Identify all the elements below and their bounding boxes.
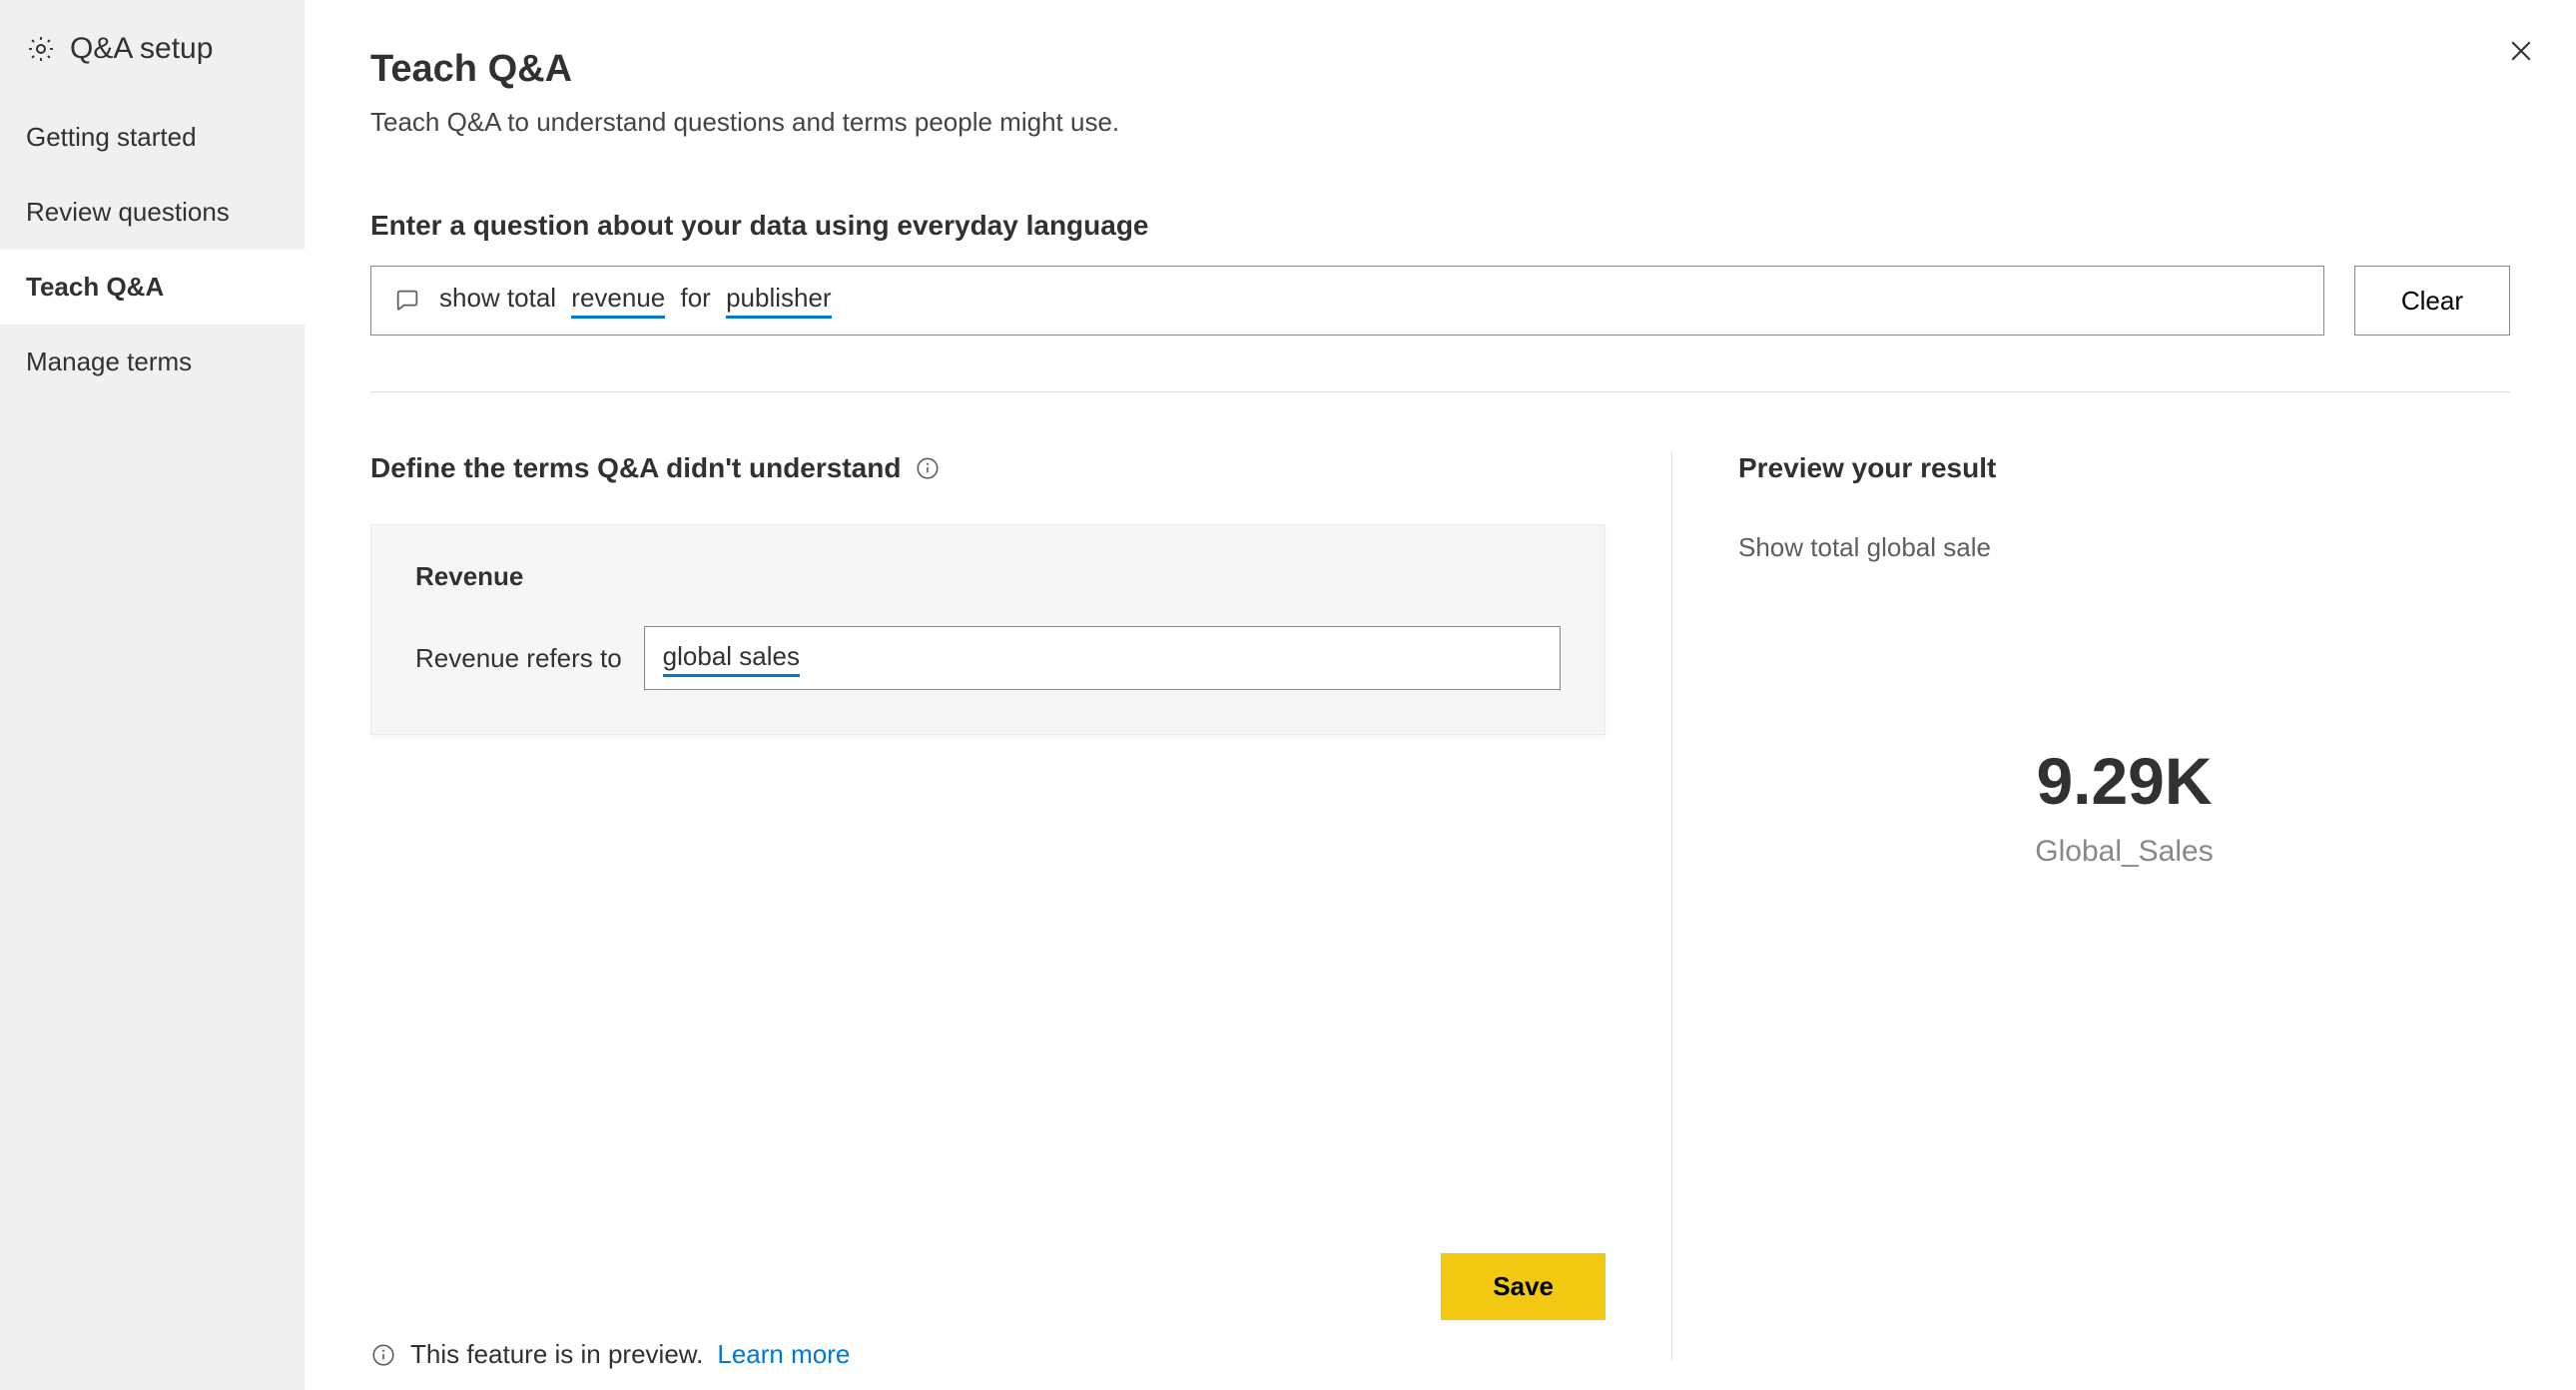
preview-value-label: Global_Sales <box>1738 835 2510 869</box>
preview-interpretation: Show total global sale <box>1738 532 2510 563</box>
chat-icon <box>393 287 421 315</box>
footer-text: This feature is in preview. <box>410 1339 703 1370</box>
question-token: for <box>673 283 718 314</box>
term-refers-label: Revenue refers to <box>415 643 622 674</box>
sidebar-header: Q&A setup <box>0 32 305 100</box>
define-header: Define the terms Q&A didn't understand <box>370 452 1606 484</box>
define-column: Define the terms Q&A didn't understand R… <box>370 452 1671 1360</box>
sidebar-item-teach-qa[interactable]: Teach Q&A <box>0 250 305 325</box>
main-content: Teach Q&A Teach Q&A to understand questi… <box>305 0 2576 1390</box>
info-icon[interactable] <box>915 455 941 481</box>
define-title: Define the terms Q&A didn't understand <box>370 452 901 484</box>
sidebar-item-review-questions[interactable]: Review questions <box>0 175 305 250</box>
question-input[interactable]: show total revenue for publisher <box>370 266 2324 336</box>
sidebar-item-getting-started[interactable]: Getting started <box>0 100 305 175</box>
sidebar: Q&A setup Getting started Review questio… <box>0 0 305 1390</box>
preview-column: Preview your result Show total global sa… <box>1671 452 2510 1360</box>
learn-more-link[interactable]: Learn more <box>717 1339 850 1370</box>
info-icon <box>370 1342 396 1368</box>
close-icon <box>2506 36 2536 66</box>
question-text: show total revenue for publisher <box>439 283 832 319</box>
page-title: Teach Q&A <box>370 48 2510 91</box>
question-token-underlined: publisher <box>726 283 832 319</box>
sidebar-title: Q&A setup <box>70 32 213 66</box>
term-define-row: Revenue refers to global sales <box>415 626 1561 690</box>
term-card: Revenue Revenue refers to global sales <box>370 524 1606 735</box>
term-value-input[interactable]: global sales <box>644 626 1561 690</box>
columns: Define the terms Q&A didn't understand R… <box>370 452 2510 1360</box>
divider <box>370 391 2510 392</box>
save-row: Save <box>370 1213 1606 1360</box>
close-button[interactable] <box>2496 26 2546 76</box>
term-name: Revenue <box>415 561 1561 592</box>
sidebar-item-manage-terms[interactable]: Manage terms <box>0 325 305 399</box>
save-button[interactable]: Save <box>1441 1253 1606 1320</box>
preview-card: 9.29K Global_Sales <box>1738 743 2510 869</box>
question-row: show total revenue for publisher Clear <box>370 266 2510 336</box>
preview-value: 9.29K <box>1738 743 2510 819</box>
footer-note: This feature is in preview. Learn more <box>370 1339 850 1370</box>
preview-title: Preview your result <box>1738 452 2510 484</box>
term-value-text: global sales <box>663 641 800 677</box>
clear-button[interactable]: Clear <box>2354 266 2510 336</box>
question-section-label: Enter a question about your data using e… <box>370 210 2510 242</box>
gear-icon <box>26 34 56 64</box>
question-token: show total <box>439 283 563 314</box>
page-subtitle: Teach Q&A to understand questions and te… <box>370 107 2510 138</box>
question-token-underlined: revenue <box>571 283 665 319</box>
